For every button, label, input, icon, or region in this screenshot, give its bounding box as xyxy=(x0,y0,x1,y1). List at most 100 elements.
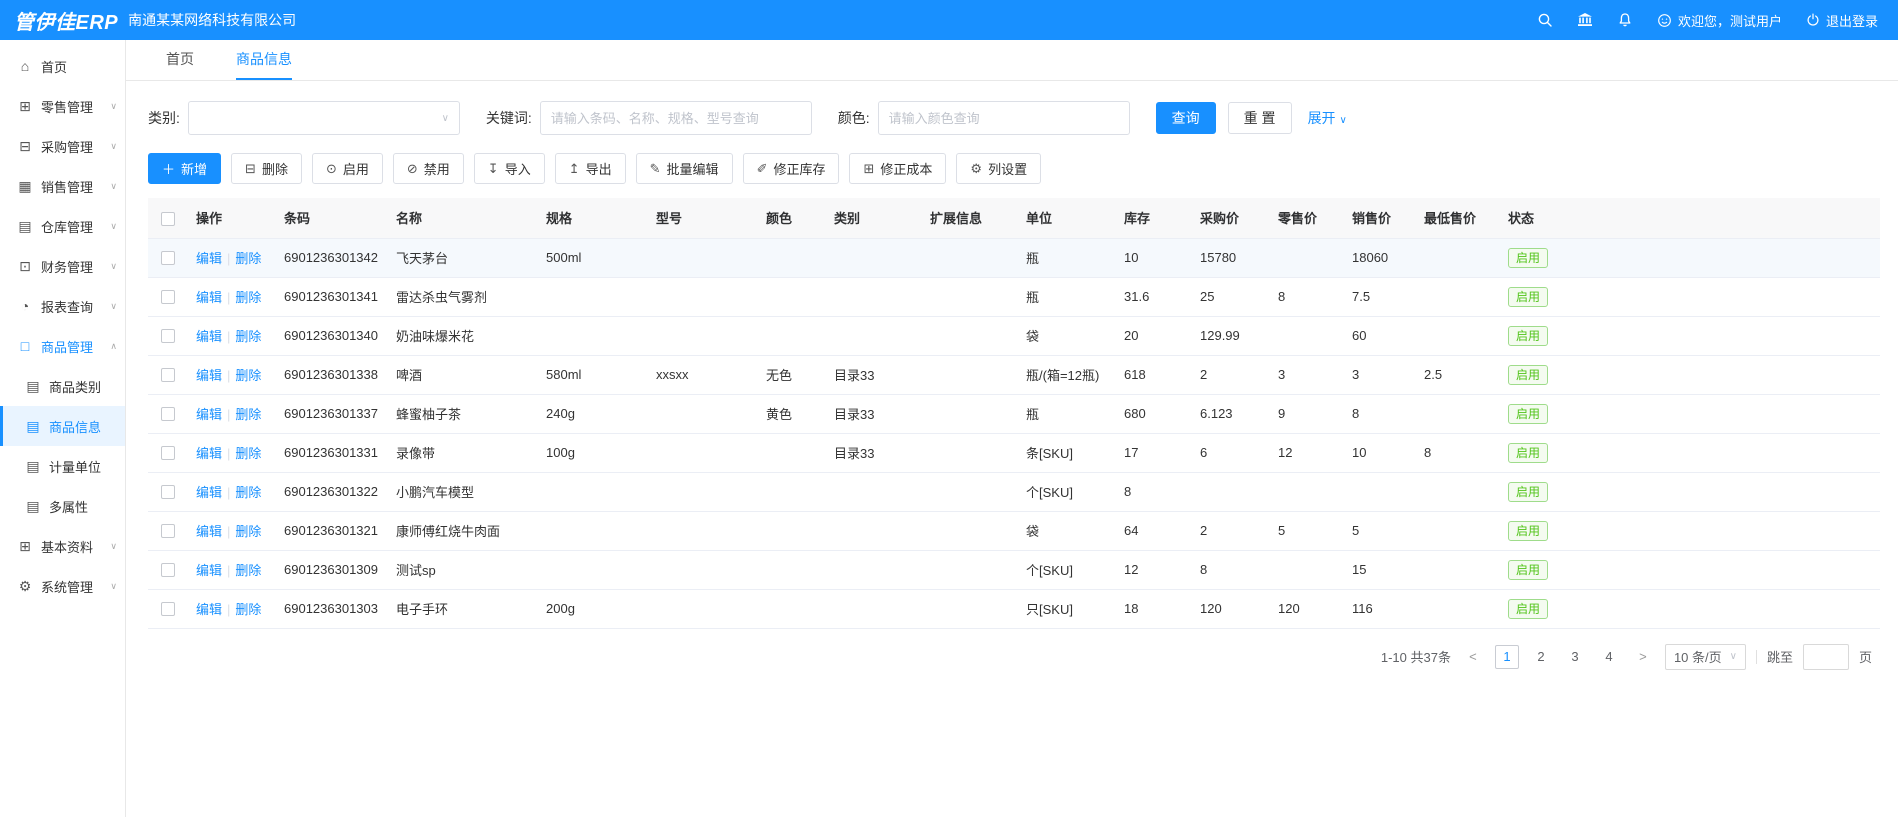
page-number[interactable]: 2 xyxy=(1529,645,1553,669)
toolbar-button[interactable]: ✐ 修正库存 xyxy=(743,153,840,184)
toolbar-button[interactable]: ⊟ 删除 xyxy=(231,153,302,184)
row-checkbox[interactable] xyxy=(161,602,175,616)
sidebar-item[interactable]: ▦ 销售管理 ∨ xyxy=(0,166,125,206)
toolbar-button[interactable]: ⚙ 列设置 xyxy=(956,153,1041,184)
toolbar-button-label: 禁用 xyxy=(424,159,450,178)
search-icon[interactable] xyxy=(1537,12,1553,28)
row-checkbox[interactable] xyxy=(161,251,175,265)
expand-link[interactable]: 展开 ∨ xyxy=(1308,108,1347,128)
cell-color: 黄色 xyxy=(758,394,826,433)
logout-button[interactable]: 退出登录 xyxy=(1806,11,1878,30)
edit-link[interactable]: 编辑 xyxy=(196,290,222,305)
delete-link[interactable]: 删除 xyxy=(235,563,261,578)
edit-link[interactable]: 编辑 xyxy=(196,329,222,344)
toolbar-button[interactable]: ⊞ 修正成本 xyxy=(849,153,946,184)
sidebar-item[interactable]: □ 商品管理 ∧ xyxy=(0,326,125,366)
tab[interactable]: 首页 xyxy=(166,40,194,80)
row-checkbox[interactable] xyxy=(161,329,175,343)
reset-button[interactable]: 重 置 xyxy=(1228,102,1292,134)
cell-status: 启用 xyxy=(1500,355,1880,394)
delete-link[interactable]: 删除 xyxy=(235,251,261,266)
toolbar-button-label: 修正库存 xyxy=(773,159,825,178)
status-badge: 启用 xyxy=(1508,287,1548,307)
delete-link[interactable]: 删除 xyxy=(235,329,261,344)
category-select[interactable]: ∨ xyxy=(188,101,460,135)
row-checkbox[interactable] xyxy=(161,563,175,577)
sidebar-item[interactable]: ◔ 报表查询 ∨ xyxy=(0,286,125,326)
cell-color xyxy=(758,433,826,472)
tab[interactable]: 商品信息 xyxy=(236,40,292,80)
cell-unit: 条[SKU] xyxy=(1018,433,1116,472)
delete-link[interactable]: 删除 xyxy=(235,290,261,305)
edit-link[interactable]: 编辑 xyxy=(196,563,222,578)
next-page-button[interactable]: > xyxy=(1631,645,1655,669)
sidebar-item-label: 商品管理 xyxy=(41,337,93,356)
smiley-icon xyxy=(1657,13,1672,28)
sidebar-item[interactable]: ▤ 计量单位 xyxy=(0,446,125,486)
edit-link[interactable]: 编辑 xyxy=(196,602,222,617)
delete-link[interactable]: 删除 xyxy=(235,524,261,539)
row-checkbox[interactable] xyxy=(161,446,175,460)
sidebar-item[interactable]: ⚙ 系统管理 ∨ xyxy=(0,566,125,606)
page-size-select[interactable]: 10 条/页 ∨ xyxy=(1665,644,1746,670)
cell-barcode: 6901236301338 xyxy=(276,355,388,394)
sidebar-item[interactable]: ▤ 商品类别 xyxy=(0,366,125,406)
page-number[interactable]: 4 xyxy=(1597,645,1621,669)
sidebar-item[interactable]: ⊞ 基本资料 ∨ xyxy=(0,526,125,566)
toolbar-button[interactable]: ＋ 新增 xyxy=(148,153,221,184)
chevron-icon: ∨ xyxy=(110,541,117,552)
bell-icon[interactable] xyxy=(1617,12,1633,28)
bank-icon[interactable] xyxy=(1577,12,1593,28)
cell-unit: 瓶/(箱=12瓶) xyxy=(1018,355,1116,394)
toolbar-button[interactable]: ⊙ 启用 xyxy=(312,153,383,184)
delete-link[interactable]: 删除 xyxy=(235,602,261,617)
cell-retail-price: 3 xyxy=(1270,355,1344,394)
welcome-user[interactable]: 欢迎您，测试用户 xyxy=(1657,11,1782,30)
cell-barcode: 6901236301303 xyxy=(276,589,388,628)
sidebar-item[interactable]: ⌂ 首页 xyxy=(0,46,125,86)
toolbar-button[interactable]: ⊘ 禁用 xyxy=(393,153,464,184)
sidebar-item[interactable]: ⊡ 财务管理 ∨ xyxy=(0,246,125,286)
jump-page-input[interactable] xyxy=(1803,644,1849,670)
sidebar-item-icon: ▤ xyxy=(25,458,41,475)
sidebar-item[interactable]: ⊞ 零售管理 ∨ xyxy=(0,86,125,126)
row-checkbox[interactable] xyxy=(161,485,175,499)
row-checkbox[interactable] xyxy=(161,290,175,304)
cell-unit: 只[SKU] xyxy=(1018,589,1116,628)
row-checkbox[interactable] xyxy=(161,524,175,538)
sidebar-item[interactable]: ⊟ 采购管理 ∨ xyxy=(0,126,125,166)
toolbar-button-label: 导出 xyxy=(586,159,612,178)
page-number[interactable]: 3 xyxy=(1563,645,1587,669)
cell-barcode: 6901236301341 xyxy=(276,277,388,316)
sidebar-item-icon: ◔ xyxy=(17,298,33,314)
edit-link[interactable]: 编辑 xyxy=(196,407,222,422)
edit-link[interactable]: 编辑 xyxy=(196,524,222,539)
toolbar-button[interactable]: ✎ 批量编辑 xyxy=(636,153,733,184)
cell-category xyxy=(826,238,922,277)
row-checkbox[interactable] xyxy=(161,368,175,382)
delete-link[interactable]: 删除 xyxy=(235,407,261,422)
sidebar-item[interactable]: ▤ 商品信息 xyxy=(0,406,125,446)
link-divider: | xyxy=(227,329,230,344)
prev-page-button[interactable]: < xyxy=(1461,645,1485,669)
toolbar-button[interactable]: ↥ 导出 xyxy=(555,153,626,184)
edit-link[interactable]: 编辑 xyxy=(196,251,222,266)
select-all-checkbox[interactable] xyxy=(161,212,175,226)
row-checkbox[interactable] xyxy=(161,407,175,421)
search-button[interactable]: 查询 xyxy=(1156,102,1216,134)
edit-link[interactable]: 编辑 xyxy=(196,368,222,383)
delete-link[interactable]: 删除 xyxy=(235,446,261,461)
page-number[interactable]: 1 xyxy=(1495,645,1519,669)
delete-link[interactable]: 删除 xyxy=(235,485,261,500)
sidebar-item[interactable]: ▤ 多属性 xyxy=(0,486,125,526)
cell-status: 启用 xyxy=(1500,316,1880,355)
sidebar-item[interactable]: ▤ 仓库管理 ∨ xyxy=(0,206,125,246)
color-input[interactable] xyxy=(878,101,1130,135)
cell-color xyxy=(758,472,826,511)
toolbar-button[interactable]: ↧ 导入 xyxy=(474,153,545,184)
edit-link[interactable]: 编辑 xyxy=(196,446,222,461)
delete-link[interactable]: 删除 xyxy=(235,368,261,383)
edit-link[interactable]: 编辑 xyxy=(196,485,222,500)
keyword-input[interactable] xyxy=(540,101,812,135)
cell-min-price: 8 xyxy=(1416,433,1500,472)
